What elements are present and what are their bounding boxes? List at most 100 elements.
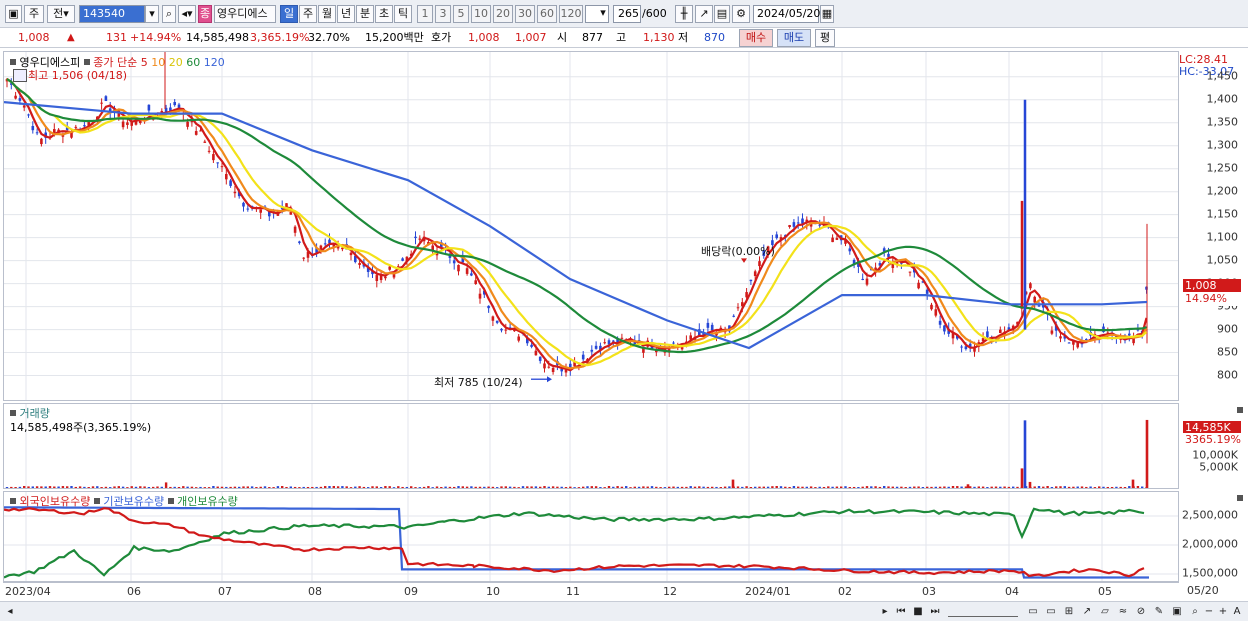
code-dropdown-icon[interactable]: ▾ [145, 5, 159, 23]
volume-pct-tag: 3365.19% [1183, 433, 1241, 447]
candle-body [788, 225, 791, 228]
compare-icon[interactable]: ▭ [1026, 604, 1040, 619]
volume-bar [560, 486, 563, 488]
candle-body [538, 356, 542, 361]
interval-dropdown-icon[interactable]: ▾ [597, 5, 609, 23]
search-icon-2[interactable]: ⌕ [1188, 604, 1202, 619]
period-day[interactable]: 일 [280, 5, 298, 23]
period-year[interactable]: 년 [337, 5, 355, 23]
candle-body [938, 320, 942, 325]
interval-120[interactable]: 120 [559, 5, 583, 23]
eval-button[interactable]: 평 [815, 29, 835, 47]
stop-icon[interactable]: ■ [911, 604, 925, 619]
volume-bar [1098, 486, 1101, 488]
x-axis-label: 04 [1005, 585, 1019, 598]
holding-panel[interactable]: 외국인보유수량 기관보유수량 개인보유수량 [3, 491, 1179, 582]
calendar-icon[interactable]: ▦ [820, 5, 834, 23]
period-second[interactable]: 초 [375, 5, 393, 23]
cross-icon[interactable]: ⊘ [1134, 604, 1148, 619]
volume-panel[interactable]: 거래량 14,585,498주(3,365.19%) [3, 403, 1179, 489]
holding-grip-icon[interactable] [10, 498, 16, 504]
jump-start-icon[interactable]: ⏮ [894, 604, 908, 619]
volume-bar [835, 486, 839, 488]
candle-type-icon[interactable]: ╫ [675, 5, 693, 23]
interval-1[interactable]: 1 [417, 5, 433, 23]
volume-bar [620, 486, 624, 488]
volume-bar [435, 486, 439, 488]
search-icon[interactable]: ⌕ [162, 5, 176, 23]
interval-30[interactable]: 30 [515, 5, 535, 23]
price-chart-panel[interactable]: 영우디에스피 종가 단순 5 10 20 60 120 최고 1,506 (04… [3, 51, 1179, 401]
auto-scale-icon[interactable]: A [1230, 604, 1244, 619]
save-icon[interactable]: ▤ [714, 5, 730, 23]
volume-bar [887, 486, 890, 488]
legend-grip-icon[interactable] [10, 59, 16, 65]
draw-line-icon[interactable]: ↗ [695, 5, 713, 23]
volume-bar [706, 486, 710, 488]
volume-bar [1106, 486, 1109, 488]
interval-5[interactable]: 5 [453, 5, 469, 23]
layout-icon[interactable]: ▭ [1044, 604, 1058, 619]
holding-grip-icon-2[interactable] [93, 498, 100, 504]
volume-bar [440, 486, 443, 488]
volume-bar [599, 487, 602, 488]
legend-grip-icon-2[interactable] [83, 59, 90, 65]
zoom-in-icon[interactable]: + [1216, 604, 1230, 619]
candle-body [710, 324, 714, 331]
trend-icon[interactable]: ↗ [1080, 604, 1094, 619]
interval-10[interactable]: 10 [471, 5, 491, 23]
buy-button[interactable]: 매수 [739, 29, 773, 47]
volume-bar [315, 486, 318, 488]
period-minute[interactable]: 분 [356, 5, 374, 23]
zoom-out-icon[interactable]: − [1202, 604, 1216, 619]
candle-body [74, 126, 78, 128]
speaker-icon[interactable]: ◂▾ [178, 5, 196, 23]
shape-icon[interactable]: ▱ [1098, 604, 1112, 619]
chart-settings-icon[interactable] [13, 69, 27, 82]
x-axis-label: 06 [127, 585, 141, 598]
stock-name-field[interactable]: 영우디에스 [214, 5, 276, 23]
split-icon[interactable]: ⊞ [1062, 604, 1076, 619]
market-select[interactable]: 주 [24, 5, 44, 23]
volume-close-icon[interactable] [1237, 407, 1243, 413]
gear-icon[interactable]: ⚙ [732, 5, 750, 23]
eraser-icon[interactable]: ✎ [1152, 604, 1166, 619]
open-label: 시 [557, 31, 568, 44]
window-icon[interactable]: ▣ [5, 5, 22, 23]
volume-bar [1055, 486, 1058, 488]
fibo-icon[interactable]: ≈ [1116, 604, 1130, 619]
volume-bar [354, 486, 357, 488]
price-ytick: 1,200 [1206, 184, 1239, 198]
interval-20[interactable]: 20 [493, 5, 513, 23]
dividend-note: 배당락(0.00%) [701, 245, 775, 258]
candle-body [534, 350, 538, 356]
volume-bar [18, 486, 22, 488]
scroll-bar[interactable]: ◂ ▸ ⏮ ■ ⏭ ▭ ▭ ⊞ ↗ ▱ ≈ ⊘ ✎ ▣ ⌕ − + A [0, 601, 1248, 621]
volume-bar [1141, 486, 1144, 488]
scroll-left-icon[interactable]: ◂ [3, 604, 17, 619]
jump-end-icon[interactable]: ⏭ [928, 604, 942, 619]
stock-code-input[interactable]: 143540 [79, 5, 145, 23]
holding-grip-icon-3[interactable] [167, 498, 174, 504]
volume-bar [650, 486, 654, 488]
date-input[interactable]: 2024/05/20 [753, 5, 820, 23]
count-total: /600 [642, 7, 667, 20]
zoom-slider[interactable] [948, 607, 1018, 617]
volume-grip-icon[interactable] [10, 410, 16, 416]
period-month[interactable]: 월 [318, 5, 336, 23]
volume-bar [1050, 486, 1054, 488]
holding-close-icon[interactable] [1237, 495, 1243, 501]
candle-body [216, 162, 219, 164]
sell-button[interactable]: 매도 [777, 29, 811, 47]
period-week[interactable]: 주 [299, 5, 317, 23]
interval-3[interactable]: 3 [435, 5, 451, 23]
scroll-right-icon[interactable]: ▸ [878, 604, 892, 619]
volume-bar-spike [1131, 479, 1135, 488]
volume-bar [1080, 486, 1084, 488]
print-icon[interactable]: ▣ [1170, 604, 1184, 619]
interval-60[interactable]: 60 [537, 5, 557, 23]
period-tick[interactable]: 틱 [394, 5, 412, 23]
scope-select[interactable]: 전▾ [47, 5, 75, 23]
volume-bar [147, 487, 151, 488]
count-input[interactable]: 265 [613, 5, 641, 23]
